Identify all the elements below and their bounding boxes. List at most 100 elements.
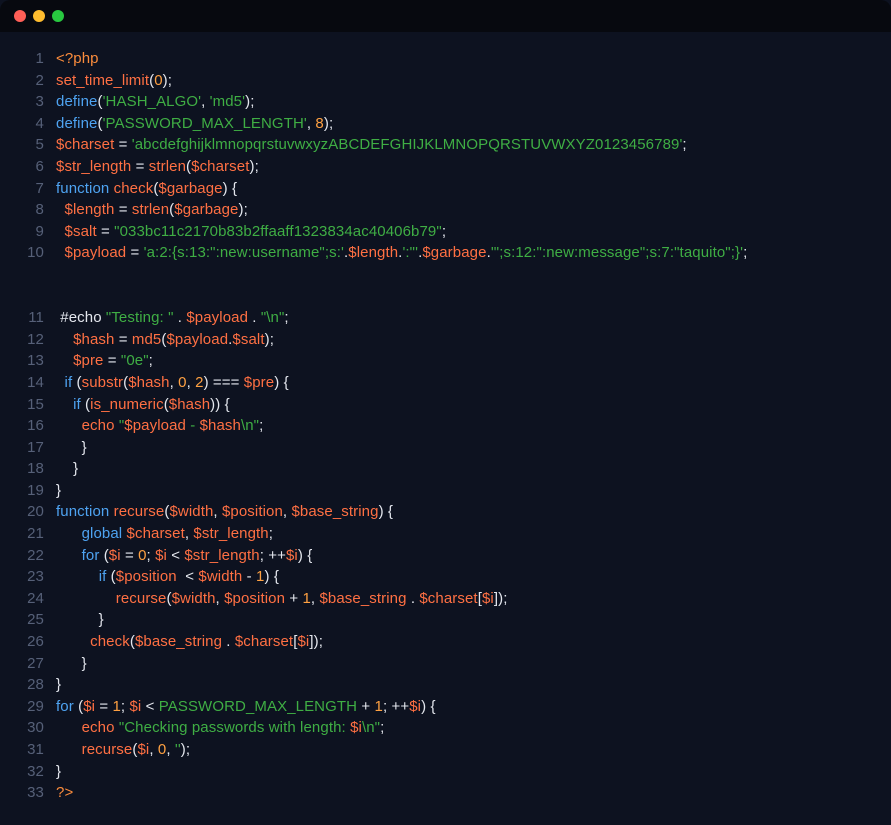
code-token: = — [121, 547, 138, 564]
code-token: $hash — [128, 374, 169, 391]
code-token: ); — [181, 741, 190, 758]
code-token: 0 — [178, 374, 186, 391]
line-number: 16 — [12, 415, 44, 437]
code-token: is_numeric — [90, 396, 164, 413]
close-button[interactable] — [14, 10, 26, 22]
code-token: for — [56, 698, 74, 715]
code-token: ; — [442, 223, 446, 240]
code-token: = — [104, 352, 121, 369]
code-text: check($base_string . $charset[$i]); — [56, 631, 323, 653]
code-line: 27 } — [12, 653, 877, 675]
code-token: ( — [81, 396, 90, 413]
code-token: $i — [109, 547, 121, 564]
code-token: $width — [169, 503, 213, 520]
minimize-button[interactable] — [33, 10, 45, 22]
code-token: 1 — [112, 698, 120, 715]
code-token — [56, 590, 116, 607]
code-token: $garbage — [174, 201, 238, 218]
code-text: } — [56, 437, 87, 459]
code-token: 0 — [138, 547, 146, 564]
code-token: ; — [149, 352, 153, 369]
code-token: = — [131, 158, 148, 175]
code-line: 6 $str_length = strlen($charset); — [12, 156, 877, 178]
code-editor[interactable]: 1<?php2set_time_limit(0);3define('HASH_A… — [0, 32, 891, 825]
code-token: substr — [82, 374, 123, 391]
code-token: $length — [348, 244, 398, 261]
code-token: ( — [72, 374, 81, 391]
line-number: 4 — [12, 113, 44, 135]
line-number: 22 — [12, 545, 44, 567]
code-token: < — [141, 698, 158, 715]
code-text: for ($i = 1; $i < PASSWORD_MAX_LENGTH + … — [56, 696, 436, 718]
code-token: ); — [249, 158, 258, 175]
code-token: 0 — [154, 72, 162, 89]
code-text: #echo "Testing: " . $payload . "\n"; — [56, 307, 289, 329]
code-token: $position — [224, 590, 285, 607]
code-token: define — [56, 115, 97, 132]
code-token: $i — [129, 698, 141, 715]
code-token — [56, 244, 65, 261]
code-token: } — [56, 763, 61, 780]
line-number: 14 — [12, 372, 44, 394]
line-number: 25 — [12, 609, 44, 631]
code-token: 'HASH_ALGO' — [103, 93, 202, 110]
code-token: } — [56, 482, 61, 499]
code-text: ?> — [56, 782, 73, 804]
line-number: 6 — [12, 156, 44, 178]
code-token: ; ++ — [383, 698, 409, 715]
code-token: $i — [350, 719, 362, 736]
line-number: 11 — [12, 307, 44, 329]
code-token: set_time_limit — [56, 72, 149, 89]
code-text: } — [56, 609, 104, 631]
code-text: } — [56, 653, 87, 675]
code-token: , — [201, 93, 210, 110]
line-number: 29 — [12, 696, 44, 718]
code-token: strlen — [149, 158, 186, 175]
code-token: $width — [172, 590, 216, 607]
code-line: 10 $payload = 'a:2:{s:13:":new:username"… — [12, 242, 877, 264]
code-token: ; — [284, 309, 288, 326]
code-line: 18 } — [12, 458, 877, 480]
code-token: strlen — [132, 201, 169, 218]
code-text: $str_length = strlen($charset); — [56, 156, 259, 178]
code-token: ; — [269, 525, 273, 542]
code-token: $charset — [127, 525, 185, 542]
code-token: $length — [65, 201, 115, 218]
code-line: 30 echo "Checking passwords with length:… — [12, 717, 877, 739]
code-token: $base_string — [291, 503, 378, 520]
code-token: $base_string — [319, 590, 406, 607]
code-text: } — [56, 458, 78, 480]
code-line: 24 recurse($width, $position + 1, $base_… — [12, 588, 877, 610]
code-token: 1 — [374, 698, 382, 715]
zoom-button[interactable] — [52, 10, 64, 22]
code-token: $pre — [244, 374, 274, 391]
code-token: $i — [286, 547, 298, 564]
traffic-lights — [14, 10, 64, 22]
code-token: $hash — [73, 331, 114, 348]
code-token: ]); — [494, 590, 508, 607]
code-token: + — [285, 590, 302, 607]
code-token — [56, 223, 65, 240]
code-token: , — [170, 374, 179, 391]
code-token: )) { — [210, 396, 230, 413]
code-token: ) { — [274, 374, 288, 391]
code-text: if (substr($hash, 0, 2) === $pre) { — [56, 372, 289, 394]
code-token: md5 — [132, 331, 161, 348]
code-token: $charset — [235, 633, 293, 650]
code-token: } — [56, 439, 87, 456]
line-number: 8 — [12, 199, 44, 221]
code-token: 2 — [195, 374, 203, 391]
code-line: 28} — [12, 674, 877, 696]
code-token: . — [407, 590, 420, 607]
code-token: $garbage — [422, 244, 486, 261]
code-line: 12 $hash = md5($payload.$salt); — [12, 329, 877, 351]
code-token: $salt — [232, 331, 264, 348]
code-token: 1 — [302, 590, 310, 607]
code-token: ( — [74, 698, 83, 715]
code-line: 11 #echo "Testing: " . $payload . "\n"; — [12, 307, 877, 329]
code-token: global — [82, 525, 123, 542]
code-token: . — [248, 309, 261, 326]
line-number — [12, 286, 44, 308]
line-number: 7 — [12, 178, 44, 200]
code-text: $charset = 'abcdefghijklmnopqrstuvwxyzAB… — [56, 134, 687, 156]
